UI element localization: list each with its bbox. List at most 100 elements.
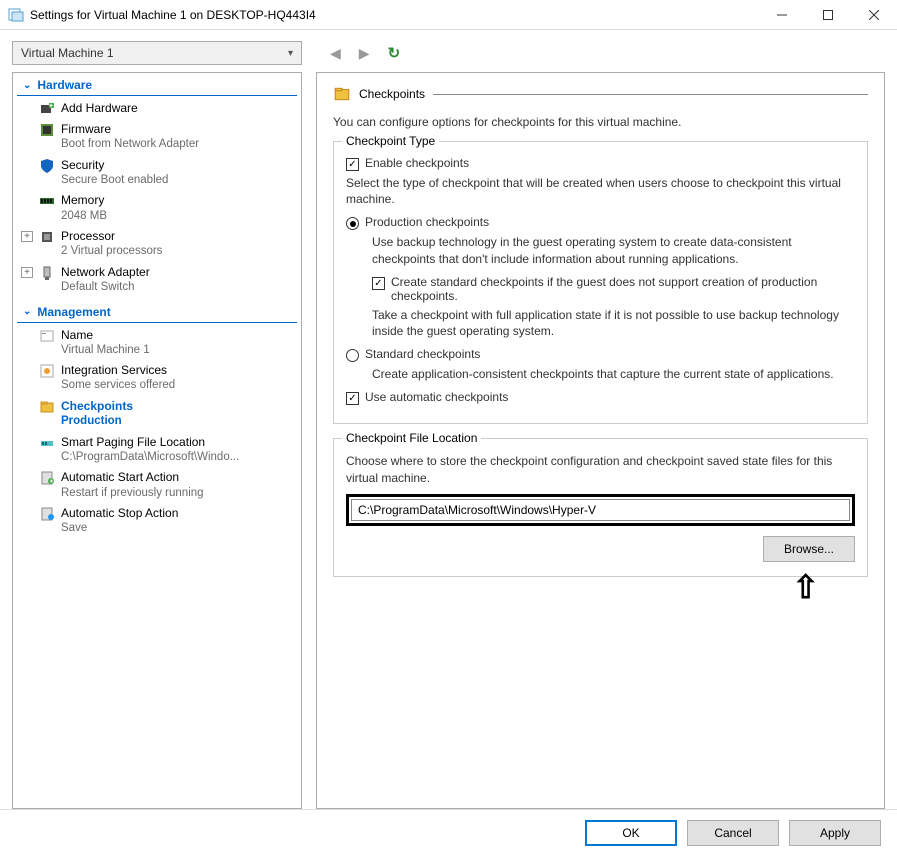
hardware-header-label: Hardware (37, 78, 92, 92)
sidebar-item-label: Smart Paging File Location (61, 434, 239, 450)
pane-title: Checkpoints (359, 87, 425, 101)
production-radio-label: Production checkpoints (365, 215, 489, 229)
close-button[interactable] (851, 0, 897, 30)
sidebar-item-network-adapter[interactable]: + Network Adapter Default Switch (13, 262, 301, 298)
name-icon (39, 328, 55, 344)
sidebar-item-label: Name (61, 327, 150, 343)
production-radio[interactable] (346, 217, 359, 230)
sidebar-item-sub: Secure Boot enabled (61, 173, 168, 189)
sidebar-item-label: Integration Services (61, 362, 175, 378)
sidebar-item-sub: Some services offered (61, 378, 175, 394)
add-hardware-icon (39, 101, 55, 117)
production-desc: Use backup technology in the guest opera… (346, 234, 855, 266)
sidebar-item-memory[interactable]: Memory 2048 MB (13, 190, 301, 226)
dialog-footer: OK Cancel Apply (0, 809, 897, 855)
sidebar-item-sub: Save (61, 521, 178, 537)
auto-start-icon (39, 470, 55, 486)
standard-radio-label: Standard checkpoints (365, 347, 480, 361)
checkpoints-pane-icon (333, 85, 351, 103)
checkpoint-location-group: Checkpoint File Location Choose where to… (333, 438, 868, 576)
sidebar-item-label: Checkpoints (61, 398, 133, 414)
sidebar-item-add-hardware[interactable]: Add Hardware (13, 98, 301, 119)
nav-forward-button[interactable]: ▶ (353, 41, 376, 66)
sidebar-item-auto-stop[interactable]: Automatic Stop Action Save (13, 503, 301, 539)
sidebar-item-firmware[interactable]: Firmware Boot from Network Adapter (13, 119, 301, 155)
sidebar-item-sub: Virtual Machine 1 (61, 343, 150, 359)
checkpoint-location-legend: Checkpoint File Location (342, 431, 481, 445)
checkpoint-type-legend: Checkpoint Type (342, 134, 439, 148)
collapse-icon: ⌄ (23, 306, 31, 317)
sidebar-item-name[interactable]: Name Virtual Machine 1 (13, 325, 301, 361)
sidebar-item-label: Automatic Stop Action (61, 505, 178, 521)
fallback-label: Create standard checkpoints if the guest… (391, 275, 855, 303)
sidebar-item-label: Automatic Start Action (61, 469, 204, 485)
sidebar-item-label: Memory (61, 192, 107, 208)
pane-intro: You can configure options for checkpoint… (333, 115, 868, 129)
sidebar-item-processor[interactable]: + Processor 2 Virtual processors (13, 226, 301, 262)
sidebar-item-checkpoints[interactable]: Checkpoints Production (13, 396, 301, 432)
sidebar-item-smart-paging[interactable]: Smart Paging File Location C:\ProgramDat… (13, 432, 301, 468)
sidebar-item-label: Add Hardware (61, 100, 138, 116)
sidebar-item-label: Firmware (61, 121, 199, 137)
vm-selector-value: Virtual Machine 1 (21, 46, 114, 60)
sidebar-item-sub: Production (61, 414, 133, 430)
standard-desc: Create application-consistent checkpoint… (346, 366, 855, 382)
firmware-icon (39, 122, 55, 138)
shield-icon (39, 158, 55, 174)
sidebar-item-sub: Default Switch (61, 280, 150, 296)
management-header-label: Management (37, 305, 110, 319)
expand-icon[interactable]: + (21, 267, 33, 278)
app-icon (8, 7, 24, 23)
sidebar-item-sub: 2048 MB (61, 209, 107, 225)
nav-back-button[interactable]: ◀ (324, 41, 347, 66)
sidebar-item-sub: Restart if previously running (61, 486, 204, 502)
hardware-section-header[interactable]: ⌄ Hardware (17, 75, 297, 96)
content-pane: Checkpoints You can configure options fo… (316, 72, 885, 809)
management-section-header[interactable]: ⌄ Management (17, 302, 297, 323)
checkpoint-path-input[interactable] (351, 499, 850, 521)
checkpoint-type-group: Checkpoint Type ✓ Enable checkpoints Sel… (333, 141, 868, 424)
vm-selector[interactable]: Virtual Machine 1 ▾ (12, 41, 302, 65)
sidebar-item-label: Processor (61, 228, 162, 244)
maximize-button[interactable] (805, 0, 851, 30)
auto-stop-icon (39, 506, 55, 522)
sidebar: ⌄ Hardware Add Hardware Firmware Boot fr… (12, 72, 302, 809)
sidebar-item-auto-start[interactable]: Automatic Start Action Restart if previo… (13, 467, 301, 503)
path-highlight (346, 494, 855, 526)
refresh-button[interactable]: ↻ (382, 40, 407, 66)
browse-button[interactable]: Browse... (763, 536, 855, 562)
checkpoints-icon (39, 399, 55, 415)
sidebar-item-sub: 2 Virtual processors (61, 244, 162, 260)
auto-checkpoints-checkbox[interactable]: ✓ (346, 392, 359, 405)
sidebar-item-integration-services[interactable]: Integration Services Some services offer… (13, 360, 301, 396)
sidebar-item-label: Security (61, 157, 168, 173)
cancel-button[interactable]: Cancel (687, 820, 779, 846)
apply-button[interactable]: Apply (789, 820, 881, 846)
ok-button[interactable]: OK (585, 820, 677, 846)
expand-icon[interactable]: + (21, 231, 33, 242)
location-desc: Choose where to store the checkpoint con… (346, 453, 855, 485)
minimize-button[interactable] (759, 0, 805, 30)
fallback-checkbox[interactable]: ✓ (372, 277, 385, 290)
titlebar: Settings for Virtual Machine 1 on DESKTO… (0, 0, 897, 30)
select-type-desc: Select the type of checkpoint that will … (346, 175, 855, 207)
fallback-desc: Take a checkpoint with full application … (346, 307, 855, 339)
window-title: Settings for Virtual Machine 1 on DESKTO… (30, 8, 759, 22)
chevron-down-icon: ▾ (288, 48, 293, 59)
sidebar-item-security[interactable]: Security Secure Boot enabled (13, 155, 301, 191)
sidebar-item-sub: C:\ProgramData\Microsoft\Windo... (61, 450, 239, 466)
enable-checkpoints-label: Enable checkpoints (365, 156, 469, 170)
services-icon (39, 363, 55, 379)
divider (433, 94, 868, 95)
annotation-arrow-icon: ⇧ (792, 568, 819, 606)
sidebar-item-sub: Boot from Network Adapter (61, 137, 199, 153)
collapse-icon: ⌄ (23, 80, 31, 91)
processor-icon (39, 229, 55, 245)
memory-icon (39, 193, 55, 209)
paging-icon (39, 435, 55, 451)
enable-checkpoints-checkbox[interactable]: ✓ (346, 158, 359, 171)
standard-radio[interactable] (346, 349, 359, 362)
auto-checkpoints-label: Use automatic checkpoints (365, 390, 508, 404)
sidebar-item-label: Network Adapter (61, 264, 150, 280)
network-icon (39, 265, 55, 281)
